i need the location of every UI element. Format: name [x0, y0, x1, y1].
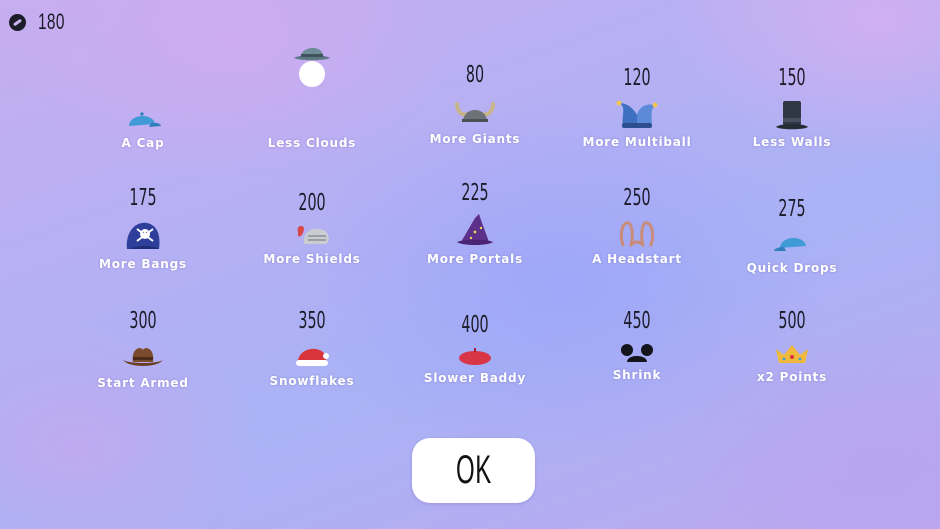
shop-item-shields[interactable]: 200 More Shields: [232, 190, 392, 290]
viking-helmet-icon: [455, 102, 495, 122]
item-price: 275: [778, 196, 806, 222]
coin-counter: 180: [9, 9, 76, 35]
shop-item-headstart[interactable]: 250 A Headstart: [557, 185, 717, 285]
backwards-cap-icon: [774, 237, 806, 251]
shop-item-clouds[interactable]: Less Clouds: [232, 30, 392, 160]
item-label: Less Walls: [752, 135, 832, 149]
santa-hat-icon: [296, 348, 329, 366]
cowboy-hat-icon: [123, 348, 163, 366]
shop-item-snow[interactable]: 350 Snowflakes: [232, 308, 392, 408]
shop-item-shrink[interactable]: 450 Shrink: [557, 308, 717, 408]
item-label: Snowflakes: [269, 374, 355, 388]
item-price: 300: [129, 308, 157, 334]
item-label: Less Clouds: [267, 136, 357, 150]
item-price: 200: [298, 190, 326, 216]
shop-item-multiball[interactable]: 120 More Multiball: [557, 65, 717, 165]
item-price: 225: [461, 180, 489, 206]
jester-hat-icon: [616, 100, 658, 128]
beret-icon: [459, 348, 491, 365]
coin-icon: [9, 13, 26, 31]
coin-count: 180: [38, 9, 65, 34]
item-label: Shrink: [612, 368, 662, 382]
item-label: x2 Points: [756, 370, 828, 384]
item-label: More Shields: [263, 252, 361, 266]
item-price: 120: [623, 65, 651, 91]
blue-cap-icon: [129, 112, 161, 127]
item-label: More Multiball: [582, 135, 692, 149]
item-label: Slower Baddy: [423, 371, 527, 385]
ok-button-label: OK: [455, 448, 492, 492]
bunny-ears-icon: [619, 221, 655, 247]
shop-item-armed[interactable]: 300 Start Armed: [63, 308, 223, 408]
shop-item-points[interactable]: 500 x2 Points: [712, 308, 872, 408]
shop-item-portals[interactable]: 225 More Portals: [395, 180, 555, 280]
item-price: 150: [778, 65, 806, 91]
shop-item-baddy[interactable]: 400 Slower Baddy: [395, 312, 555, 412]
item-price: 250: [623, 185, 651, 211]
item-label: A Headstart: [592, 252, 682, 266]
item-price: 350: [298, 308, 326, 334]
shop-item-giants[interactable]: 80 More Giants: [395, 62, 555, 162]
shop-item-cap[interactable]: A Cap: [63, 60, 223, 160]
item-label: More Portals: [426, 252, 524, 266]
item-label: More Bangs: [99, 257, 187, 271]
shop-item-walls[interactable]: 150 Less Walls: [712, 65, 872, 165]
item-price: 400: [461, 312, 489, 338]
top-hat-icon: [776, 101, 808, 130]
item-label: Quick Drops: [746, 261, 838, 275]
knight-helmet-icon: [297, 225, 329, 244]
shop-item-drops[interactable]: 275 Quick Drops: [712, 196, 872, 296]
shop-item-bangs[interactable]: 175 More Bangs: [63, 185, 223, 285]
wizard-hat-icon: [457, 214, 493, 245]
item-price: 500: [778, 308, 806, 334]
item-label: Start Armed: [97, 376, 189, 390]
crown-icon: [776, 345, 808, 363]
fedora-hat-icon: [294, 47, 330, 87]
ok-button[interactable]: OK: [412, 438, 535, 503]
item-label: A Cap: [121, 136, 165, 150]
item-price: 80: [465, 62, 485, 88]
item-price: 175: [129, 185, 157, 211]
pirate-hat-icon: [126, 222, 160, 249]
item-price: 450: [623, 308, 651, 334]
mouse-ears-icon: [621, 344, 653, 362]
item-label: More Giants: [429, 132, 521, 146]
